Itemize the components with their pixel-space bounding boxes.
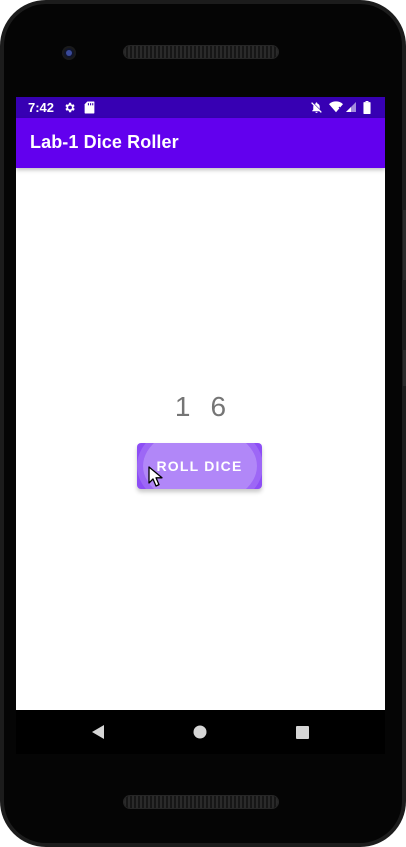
signal-icon [344,100,358,114]
battery-icon [360,100,374,114]
sd-card-icon [82,100,96,114]
wifi-icon [329,100,343,114]
recents-icon[interactable] [292,722,312,742]
bottom-speaker-grille [124,796,278,808]
dice-result: 16 [16,391,385,423]
app-title: Lab-1 Dice Roller [30,132,179,152]
back-icon[interactable] [88,722,108,742]
home-icon[interactable] [190,722,210,742]
nav-bar [16,710,385,754]
notifications-off-icon [309,100,323,114]
device-frame: 7:42 Lab-1 Dice Roller 16 ROLL DICE [0,0,406,847]
app-screen: 7:42 Lab-1 Dice Roller 16 ROLL DICE [16,97,385,710]
app-bar: Lab-1 Dice Roller [16,118,385,168]
die-2-value: 6 [210,391,227,422]
top-speaker-grille [124,46,278,58]
mouse-pointer-icon [148,466,164,488]
front-camera-icon [62,46,76,60]
status-bar: 7:42 [16,97,385,118]
die-1-value: 1 [174,391,191,422]
gear-icon [62,100,76,114]
status-time: 7:42 [28,100,55,115]
